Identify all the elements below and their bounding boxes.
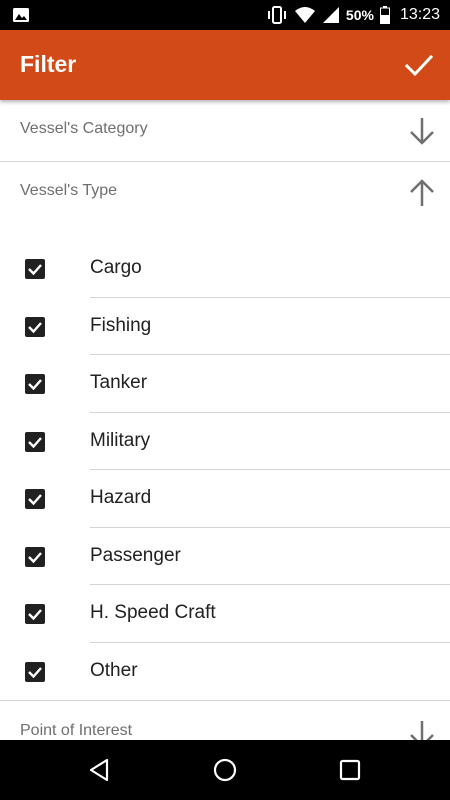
arrow-up-icon[interactable] — [402, 176, 442, 210]
section-label: Point of Interest — [20, 722, 133, 739]
checkbox-checked-icon[interactable] — [24, 661, 46, 683]
list-item-label: Fishing — [90, 314, 152, 336]
vibrate-icon — [267, 6, 286, 24]
page-title: Filter — [20, 51, 77, 77]
list-item[interactable]: Tanker — [0, 355, 450, 413]
checkbox-checked-icon[interactable] — [24, 488, 46, 510]
list-item-label: Hazard — [90, 487, 152, 508]
app-bar: Filter — [0, 30, 450, 100]
list-item-label: Passenger — [90, 544, 181, 566]
gallery-icon — [13, 8, 29, 22]
list-item[interactable]: Fishing — [0, 298, 450, 355]
battery-icon — [379, 6, 390, 24]
section-vessels-type[interactable]: Vessel's Type — [0, 162, 450, 224]
wifi-icon — [294, 7, 315, 23]
checkbox-checked-icon[interactable] — [24, 316, 46, 338]
list-item[interactable]: H. Speed Craft — [0, 585, 450, 643]
home-icon[interactable] — [211, 756, 239, 784]
list-item[interactable]: Hazard — [0, 470, 450, 528]
list-item-label: Military — [90, 429, 151, 451]
recents-icon[interactable] — [336, 756, 364, 784]
section-point-of-interest[interactable]: Point of Interest — [0, 701, 450, 740]
list-item[interactable]: Passenger — [0, 528, 450, 585]
checkbox-checked-icon[interactable] — [24, 546, 46, 568]
arrow-down-icon[interactable] — [402, 114, 442, 148]
checkbox-checked-icon[interactable] — [24, 258, 46, 280]
checkbox-checked-icon[interactable] — [24, 373, 46, 395]
checkbox-checked-icon[interactable] — [24, 431, 46, 453]
status-bar: 50% 13:23 — [0, 0, 450, 30]
section-label: Vessel's Category — [20, 120, 148, 137]
list-item-label: Tanker — [90, 372, 148, 393]
clock: 13:23 — [399, 6, 440, 23]
list-item-label: Cargo — [90, 257, 142, 278]
battery-percent: 50% — [345, 7, 374, 23]
signal-icon — [322, 7, 339, 23]
list-item-label: Other — [90, 659, 138, 681]
list-item-label: H. Speed Craft — [90, 602, 216, 623]
check-icon[interactable] — [402, 48, 436, 82]
list-item[interactable]: Military — [0, 413, 450, 470]
navigation-bar — [0, 740, 450, 800]
checkbox-checked-icon[interactable] — [24, 603, 46, 625]
section-vessels-category[interactable]: Vessel's Category — [0, 100, 450, 162]
list-item[interactable]: Cargo — [0, 240, 450, 298]
list-item[interactable]: Other — [0, 643, 450, 701]
arrow-down-icon[interactable] — [402, 717, 442, 740]
back-icon[interactable] — [86, 756, 114, 784]
section-label: Vessel's Type — [20, 182, 118, 199]
